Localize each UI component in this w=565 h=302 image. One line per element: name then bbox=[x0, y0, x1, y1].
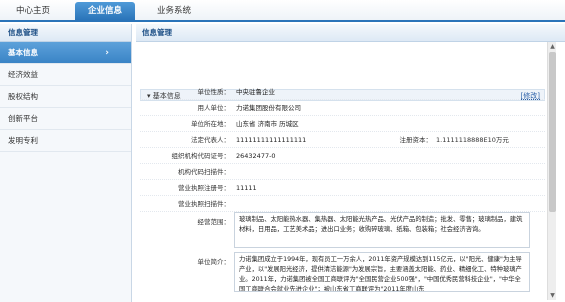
label-intro: 单位简介： bbox=[197, 258, 231, 266]
value-capital: 1.1111118888E10万元 bbox=[436, 136, 509, 144]
tab-business-system[interactable]: 业务系统 bbox=[141, 0, 207, 20]
row-employer: 用人单位： 力诺集团股份有限公司 bbox=[140, 100, 545, 116]
sidebar-item-innovation-platform[interactable]: 创新平台 bbox=[0, 108, 131, 130]
top-nav-bar: 中心主页 企业信息 业务系统 bbox=[0, 0, 565, 22]
intro-textarea[interactable]: 力诺集团成立于1994年，现有员工一万余人，2011年资产规模达到115亿元，以… bbox=[234, 252, 530, 292]
row-unit-type: 单位性质： 中央驻鲁企业 bbox=[140, 84, 545, 100]
sidebar-title: 信息管理 bbox=[0, 24, 131, 42]
scope-textarea[interactable]: 玻璃制品、太阳能热水器、集热器、太阳能光热产品、光伏产品的制造；批发、零售；玻璃… bbox=[234, 212, 530, 248]
sidebar-item-label: 创新平台 bbox=[8, 114, 38, 123]
tab-home[interactable]: 中心主页 bbox=[2, 0, 64, 20]
row-legal-rep: 法定代表人： 11111111111111111 注册资本： 1.1111118… bbox=[140, 132, 545, 148]
vertical-scrollbar[interactable]: ▲ ▼ bbox=[547, 42, 556, 300]
sidebar-item-patents[interactable]: 发明专利 bbox=[0, 130, 131, 152]
sidebar-item-basic-info[interactable]: 基本信息 › bbox=[0, 42, 131, 64]
value-employer: 力诺集团股份有限公司 bbox=[236, 104, 301, 112]
label-location: 单位所在地： bbox=[191, 120, 230, 128]
label-legal-rep: 法定代表人： bbox=[191, 136, 230, 144]
sidebar-item-label: 股权结构 bbox=[8, 92, 38, 101]
sidebar-item-equity-structure[interactable]: 股权结构 bbox=[0, 86, 131, 108]
value-location: 山东省 济南市 历城区 bbox=[236, 120, 299, 128]
row-license-no: 营业执照注册号： 11111 bbox=[140, 180, 545, 196]
scroll-thumb[interactable] bbox=[549, 52, 556, 212]
label-scope: 经营范围： bbox=[197, 218, 231, 226]
sidebar: 信息管理 基本信息 › 经济效益 股权结构 创新平台 发明专利 bbox=[0, 24, 132, 302]
sidebar-item-label: 基本信息 bbox=[8, 48, 38, 57]
label-license-no: 营业执照注册号： bbox=[178, 184, 230, 192]
scroll-up-icon[interactable]: ▲ bbox=[548, 42, 557, 51]
row-org-scan: 机构代码扫描件： bbox=[140, 164, 545, 180]
main-title: 信息管理 bbox=[136, 24, 565, 42]
label-capital: 注册资本： bbox=[399, 136, 433, 144]
label-org-scan: 机构代码扫描件： bbox=[178, 168, 230, 176]
sidebar-item-label: 经济效益 bbox=[8, 70, 38, 79]
value-org-code: 26432477-0 bbox=[236, 152, 276, 160]
label-unit-type: 单位性质： bbox=[197, 88, 231, 96]
scroll-down-icon[interactable]: ▼ bbox=[548, 291, 557, 300]
sidebar-item-economic-benefit[interactable]: 经济效益 bbox=[0, 64, 131, 86]
value-unit-type: 中央驻鲁企业 bbox=[236, 88, 275, 96]
chevron-right-icon: › bbox=[105, 48, 109, 58]
tab-enterprise-info[interactable]: 企业信息 bbox=[75, 2, 135, 20]
row-org-code: 组织机构代码证号： 26432477-0 bbox=[140, 148, 545, 164]
label-org-code: 组织机构代码证号： bbox=[171, 152, 231, 160]
value-legal-rep: 11111111111111111 bbox=[236, 136, 307, 144]
row-location: 单位所在地： 山东省 济南市 历城区 bbox=[140, 116, 545, 132]
label-employer: 用人单位： bbox=[197, 104, 231, 112]
value-license-no: 11111 bbox=[236, 184, 257, 192]
row-license-scan: 营业执照扫描件： bbox=[140, 196, 545, 212]
label-license-scan: 营业执照扫描件： bbox=[178, 200, 230, 208]
sidebar-item-label: 发明专利 bbox=[8, 136, 38, 145]
